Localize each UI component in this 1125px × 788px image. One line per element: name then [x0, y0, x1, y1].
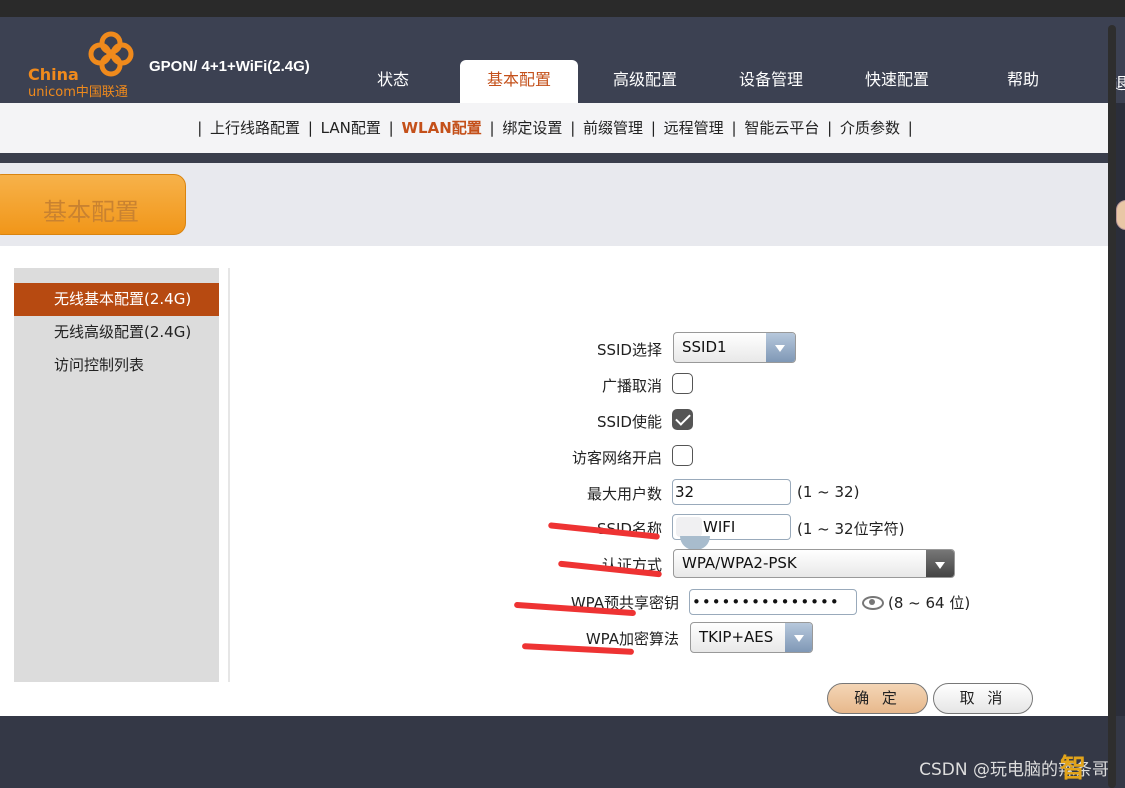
subnav-media-params[interactable]: 介质参数: [840, 119, 900, 137]
cancel-button[interactable]: 取 消: [933, 683, 1033, 714]
guest-network-checkbox[interactable]: [672, 445, 693, 466]
divider-band: [0, 153, 1110, 163]
wpa-psk-input[interactable]: •••••••••••••••: [689, 589, 857, 615]
subnav-lan-config[interactable]: LAN配置: [321, 119, 381, 137]
ok-button[interactable]: 确 定: [827, 683, 928, 714]
redacted-area: [676, 517, 702, 537]
product-name: GPON/ 4+1+WiFi(2.4G): [149, 58, 310, 75]
cursor-blob: [680, 536, 710, 550]
page-title: 基本配置: [43, 198, 139, 226]
ssid-enable-label: SSID使能: [596, 413, 662, 431]
wpa-cipher-value: TKIP+AES: [699, 628, 774, 646]
chevron-down-icon: [926, 550, 954, 577]
main-content: 无线基本配置(2.4G) 无线高级配置(2.4G) 访问控制列表 SSID选择 …: [0, 246, 1110, 716]
nav-item-help[interactable]: 帮助: [960, 60, 1086, 103]
title-area: 基本配置: [0, 163, 1110, 247]
ssid-name-hint: (1 ~ 32位字符): [797, 520, 905, 538]
page-title-tab: 基本配置: [0, 174, 186, 235]
ssid-enable-checkbox[interactable]: [672, 409, 693, 430]
nav-item-advanced-config[interactable]: 高级配置: [582, 60, 708, 103]
ssid-select-label: SSID选择: [596, 341, 662, 359]
subnav-wlan-config[interactable]: WLAN配置: [401, 119, 481, 137]
sub-nav: | 上行线路配置 | LAN配置 | WLAN配置 | 绑定设置 | 前缀管理 …: [0, 103, 1110, 153]
auth-mode-select[interactable]: WPA/WPA2-PSK: [673, 549, 955, 578]
subnav-remote-management[interactable]: 远程管理: [664, 119, 724, 137]
max-users-hint: (1 ~ 32): [797, 483, 860, 501]
wpa-psk-hint: (8 ~ 64 位): [888, 594, 971, 612]
auth-mode-value: WPA/WPA2-PSK: [682, 554, 797, 572]
broadcast-cancel-label: 广播取消: [601, 377, 662, 395]
chevron-down-icon: [766, 333, 795, 362]
scrollbar[interactable]: [1108, 25, 1116, 788]
subnav-smart-cloud[interactable]: 智能云平台: [744, 119, 819, 137]
nav-item-quick-config[interactable]: 快速配置: [834, 60, 960, 103]
nav-item-status[interactable]: 状态: [330, 60, 456, 103]
chevron-down-icon: [785, 623, 812, 652]
ssid-name-value: WIFI: [703, 518, 736, 536]
subnav-prefix-management[interactable]: 前缀管理: [583, 119, 643, 137]
header-bar: China unicom中国联通 GPON/ 4+1+WiFi(2.4G) 状态…: [0, 17, 1125, 103]
nav-item-basic-config[interactable]: 基本配置: [460, 60, 578, 103]
guest-network-label: 访客网络开启: [571, 449, 662, 467]
broadcast-cancel-checkbox[interactable]: [672, 373, 693, 394]
unicom-knot-icon: [88, 31, 134, 77]
ssid-select[interactable]: SSID1: [673, 332, 796, 363]
browser-top-strip: [0, 0, 1125, 17]
subnav-binding-settings[interactable]: 绑定设置: [502, 119, 562, 137]
eye-icon[interactable]: [862, 596, 884, 610]
china-unicom-logo: China unicom中国联通: [24, 29, 144, 100]
max-users-input[interactable]: 32: [672, 479, 791, 505]
main-nav: 状态 基本配置 高级配置 设备管理 快速配置 帮助: [330, 60, 1086, 103]
nav-item-device-management[interactable]: 设备管理: [708, 60, 834, 103]
ssid-select-value: SSID1: [682, 338, 727, 356]
logo-text-unicom: unicom中国联通: [28, 85, 128, 100]
subnav-uplink-config[interactable]: 上行线路配置: [210, 119, 300, 137]
max-users-label: 最大用户数: [586, 485, 662, 503]
wlan-form: SSID选择 SSID1 广播取消 SSID使能 访客网络开启 最大用户数 32…: [0, 246, 1110, 716]
wpa-cipher-select[interactable]: TKIP+AES: [690, 622, 813, 653]
right-edge-button[interactable]: [1116, 200, 1125, 230]
footer: CSDN @玩电脑的辣条哥: [0, 716, 1125, 788]
